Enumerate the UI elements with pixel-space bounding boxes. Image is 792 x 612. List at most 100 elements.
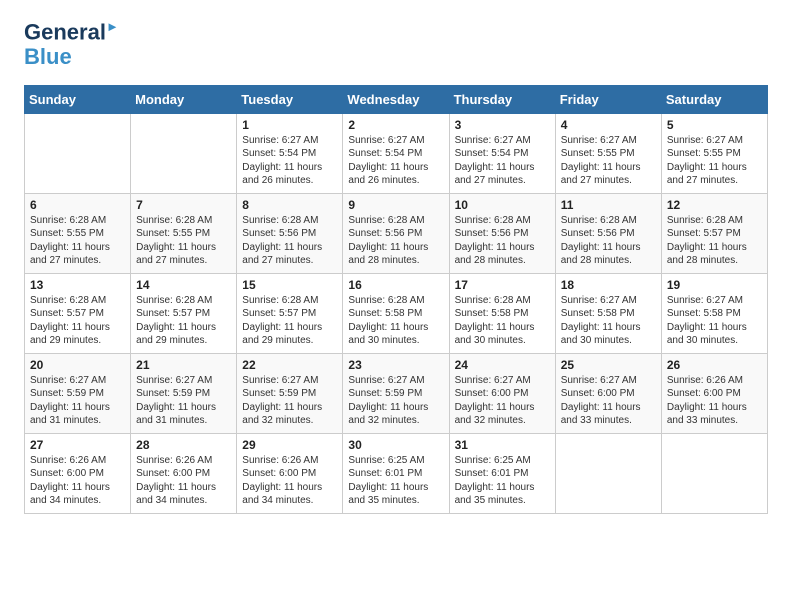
cell-content: Sunrise: 6:28 AM Sunset: 5:56 PM Dayligh… xyxy=(561,214,656,268)
day-number: 10 xyxy=(455,198,550,212)
day-number: 9 xyxy=(348,198,443,212)
logo: General► Blue xyxy=(24,20,119,69)
day-number: 8 xyxy=(242,198,337,212)
calendar-week-1: 1 Sunrise: 6:27 AM Sunset: 5:54 PM Daylig… xyxy=(25,113,768,193)
day-number: 18 xyxy=(561,278,656,292)
cell-content: Sunrise: 6:28 AM Sunset: 5:57 PM Dayligh… xyxy=(136,294,231,348)
calendar-week-2: 6Sunrise: 6:28 AM Sunset: 5:55 PM Daylig… xyxy=(25,193,768,273)
day-header-tuesday: Tuesday xyxy=(237,85,343,113)
calendar-cell: 29 Sunrise: 6:26 AM Sunset: 6:00 PM Dayli… xyxy=(237,433,343,513)
cell-content: Sunrise: 6:27 AM Sunset: 5:58 PM Dayligh… xyxy=(561,294,656,348)
cell-content: Sunrise: 6:26 AM Sunset: 6:00 PM Dayligh… xyxy=(30,454,125,508)
cell-content: Sunrise: 6:28 AM Sunset: 5:56 PM Dayligh… xyxy=(348,214,443,268)
calendar-cell: 6Sunrise: 6:28 AM Sunset: 5:55 PM Daylig… xyxy=(25,193,131,273)
cell-content: Sunrise: 6:27 AM Sunset: 5:59 PM Dayligh… xyxy=(30,374,125,428)
calendar-cell: 7 Sunrise: 6:28 AM Sunset: 5:55 PM Daylig… xyxy=(131,193,237,273)
calendar-cell: 19 Sunrise: 6:27 AM Sunset: 5:58 PM Dayli… xyxy=(661,273,767,353)
day-number: 30 xyxy=(348,438,443,452)
day-number: 13 xyxy=(30,278,125,292)
cell-content: Sunrise: 6:28 AM Sunset: 5:57 PM Dayligh… xyxy=(242,294,337,348)
day-number: 15 xyxy=(242,278,337,292)
calendar-cell: 18 Sunrise: 6:27 AM Sunset: 5:58 PM Dayli… xyxy=(555,273,661,353)
day-number: 21 xyxy=(136,358,231,372)
cell-content: Sunrise: 6:28 AM Sunset: 5:55 PM Dayligh… xyxy=(30,214,125,268)
cell-content: Sunrise: 6:28 AM Sunset: 5:58 PM Dayligh… xyxy=(348,294,443,348)
calendar-cell: 14 Sunrise: 6:28 AM Sunset: 5:57 PM Dayli… xyxy=(131,273,237,353)
day-number: 25 xyxy=(561,358,656,372)
day-number: 17 xyxy=(455,278,550,292)
cell-content: Sunrise: 6:27 AM Sunset: 5:59 PM Dayligh… xyxy=(136,374,231,428)
cell-content: Sunrise: 6:27 AM Sunset: 5:54 PM Dayligh… xyxy=(242,134,337,188)
calendar-cell: 1 Sunrise: 6:27 AM Sunset: 5:54 PM Daylig… xyxy=(237,113,343,193)
day-number: 29 xyxy=(242,438,337,452)
header: General► Blue xyxy=(24,20,768,69)
cell-content: Sunrise: 6:25 AM Sunset: 6:01 PM Dayligh… xyxy=(455,454,550,508)
day-number: 1 xyxy=(242,118,337,132)
cell-content: Sunrise: 6:28 AM Sunset: 5:56 PM Dayligh… xyxy=(242,214,337,268)
calendar-cell: 28 Sunrise: 6:26 AM Sunset: 6:00 PM Dayli… xyxy=(131,433,237,513)
calendar-cell: 23 Sunrise: 6:27 AM Sunset: 5:59 PM Dayli… xyxy=(343,353,449,433)
day-header-monday: Monday xyxy=(131,85,237,113)
calendar-cell: 3 Sunrise: 6:27 AM Sunset: 5:54 PM Daylig… xyxy=(449,113,555,193)
cell-content: Sunrise: 6:27 AM Sunset: 6:00 PM Dayligh… xyxy=(561,374,656,428)
calendar-week-5: 27 Sunrise: 6:26 AM Sunset: 6:00 PM Dayli… xyxy=(25,433,768,513)
calendar-table: SundayMondayTuesdayWednesdayThursdayFrid… xyxy=(24,85,768,514)
calendar-cell: 2 Sunrise: 6:27 AM Sunset: 5:54 PM Daylig… xyxy=(343,113,449,193)
cell-content: Sunrise: 6:27 AM Sunset: 5:59 PM Dayligh… xyxy=(242,374,337,428)
calendar-week-4: 20 Sunrise: 6:27 AM Sunset: 5:59 PM Dayli… xyxy=(25,353,768,433)
day-number: 3 xyxy=(455,118,550,132)
calendar-cell: 15 Sunrise: 6:28 AM Sunset: 5:57 PM Dayli… xyxy=(237,273,343,353)
calendar-cell: 13 Sunrise: 6:28 AM Sunset: 5:57 PM Dayli… xyxy=(25,273,131,353)
day-header-thursday: Thursday xyxy=(449,85,555,113)
calendar-cell xyxy=(661,433,767,513)
calendar-cell: 17Sunrise: 6:28 AM Sunset: 5:58 PM Dayli… xyxy=(449,273,555,353)
day-number: 2 xyxy=(348,118,443,132)
day-header-friday: Friday xyxy=(555,85,661,113)
calendar-cell: 4 Sunrise: 6:27 AM Sunset: 5:55 PM Daylig… xyxy=(555,113,661,193)
calendar-cell: 5Sunrise: 6:27 AM Sunset: 5:55 PM Daylig… xyxy=(661,113,767,193)
cell-content: Sunrise: 6:27 AM Sunset: 5:55 PM Dayligh… xyxy=(561,134,656,188)
day-number: 14 xyxy=(136,278,231,292)
day-number: 7 xyxy=(136,198,231,212)
logo-text: General► xyxy=(24,20,119,45)
day-number: 11 xyxy=(561,198,656,212)
cell-content: Sunrise: 6:26 AM Sunset: 6:00 PM Dayligh… xyxy=(242,454,337,508)
day-header-sunday: Sunday xyxy=(25,85,131,113)
day-number: 4 xyxy=(561,118,656,132)
cell-content: Sunrise: 6:28 AM Sunset: 5:56 PM Dayligh… xyxy=(455,214,550,268)
cell-content: Sunrise: 6:27 AM Sunset: 5:54 PM Dayligh… xyxy=(348,134,443,188)
calendar-cell: 24Sunrise: 6:27 AM Sunset: 6:00 PM Dayli… xyxy=(449,353,555,433)
calendar-cell xyxy=(25,113,131,193)
calendar-cell: 30Sunrise: 6:25 AM Sunset: 6:01 PM Dayli… xyxy=(343,433,449,513)
day-number: 27 xyxy=(30,438,125,452)
calendar-cell: 12 Sunrise: 6:28 AM Sunset: 5:57 PM Dayli… xyxy=(661,193,767,273)
calendar-cell: 8 Sunrise: 6:28 AM Sunset: 5:56 PM Daylig… xyxy=(237,193,343,273)
day-number: 19 xyxy=(667,278,762,292)
day-number: 20 xyxy=(30,358,125,372)
calendar-cell: 26 Sunrise: 6:26 AM Sunset: 6:00 PM Dayli… xyxy=(661,353,767,433)
cell-content: Sunrise: 6:27 AM Sunset: 5:58 PM Dayligh… xyxy=(667,294,762,348)
calendar-cell: 27 Sunrise: 6:26 AM Sunset: 6:00 PM Dayli… xyxy=(25,433,131,513)
calendar-cell: 11 Sunrise: 6:28 AM Sunset: 5:56 PM Dayli… xyxy=(555,193,661,273)
calendar-cell xyxy=(131,113,237,193)
cell-content: Sunrise: 6:26 AM Sunset: 6:00 PM Dayligh… xyxy=(136,454,231,508)
cell-content: Sunrise: 6:26 AM Sunset: 6:00 PM Dayligh… xyxy=(667,374,762,428)
day-number: 23 xyxy=(348,358,443,372)
logo-blue: Blue xyxy=(24,45,72,69)
cell-content: Sunrise: 6:28 AM Sunset: 5:55 PM Dayligh… xyxy=(136,214,231,268)
cell-content: Sunrise: 6:28 AM Sunset: 5:57 PM Dayligh… xyxy=(667,214,762,268)
cell-content: Sunrise: 6:27 AM Sunset: 5:59 PM Dayligh… xyxy=(348,374,443,428)
day-number: 31 xyxy=(455,438,550,452)
day-number: 26 xyxy=(667,358,762,372)
day-number: 16 xyxy=(348,278,443,292)
cell-content: Sunrise: 6:27 AM Sunset: 5:54 PM Dayligh… xyxy=(455,134,550,188)
cell-content: Sunrise: 6:28 AM Sunset: 5:57 PM Dayligh… xyxy=(30,294,125,348)
day-number: 12 xyxy=(667,198,762,212)
day-number: 28 xyxy=(136,438,231,452)
day-header-saturday: Saturday xyxy=(661,85,767,113)
calendar-cell: 20 Sunrise: 6:27 AM Sunset: 5:59 PM Dayli… xyxy=(25,353,131,433)
calendar-week-3: 13 Sunrise: 6:28 AM Sunset: 5:57 PM Dayli… xyxy=(25,273,768,353)
day-number: 24 xyxy=(455,358,550,372)
calendar-cell xyxy=(555,433,661,513)
day-header-wednesday: Wednesday xyxy=(343,85,449,113)
